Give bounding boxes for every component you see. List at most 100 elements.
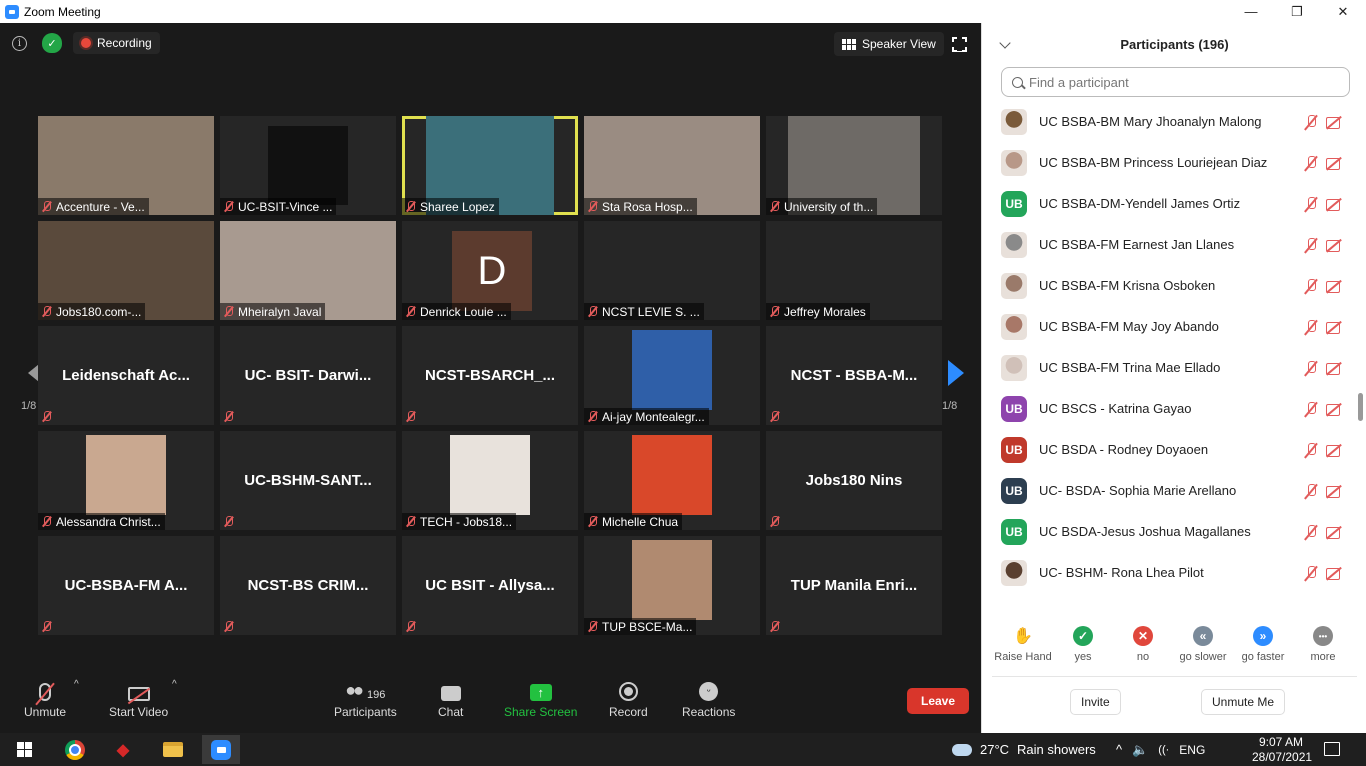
language-indicator[interactable]: ENG xyxy=(1179,743,1205,757)
speaker-view-button[interactable]: Speaker View xyxy=(834,32,944,56)
app-taskbar-button[interactable]: ◆ xyxy=(104,735,142,764)
participant-tile[interactable]: Sta Rosa Hosp... xyxy=(584,116,760,215)
participant-search-input[interactable] xyxy=(1029,74,1329,90)
minimize-button[interactable]: — xyxy=(1228,0,1274,23)
notifications-icon[interactable] xyxy=(1324,742,1340,756)
participant-tile[interactable]: Jobs180 Nins xyxy=(766,431,942,530)
muted-mic-icon[interactable] xyxy=(1304,442,1318,458)
participant-tile[interactable]: University of th... xyxy=(766,116,942,215)
security-shield-icon[interactable]: ✓ xyxy=(42,33,62,53)
participant-tile[interactable]: TECH - Jobs18... xyxy=(402,431,578,530)
fullscreen-icon[interactable] xyxy=(951,36,968,52)
participant-row[interactable]: UB UC BSDA-Jesus Joshua Magallanes xyxy=(982,511,1354,552)
participant-search[interactable] xyxy=(1001,67,1350,97)
recording-indicator[interactable]: Recording xyxy=(73,32,160,54)
start-video-button[interactable]: Start Video xyxy=(109,675,168,719)
participant-tile[interactable]: UC-BSHM-SANT... xyxy=(220,431,396,530)
weather-widget[interactable]: 27°C Rain showers xyxy=(952,733,1096,766)
participant-tile[interactable]: D Denrick Louie ... xyxy=(402,221,578,320)
video-off-icon[interactable] xyxy=(1326,156,1343,170)
participant-tile[interactable]: Ai-jay Montealegr... xyxy=(584,326,760,425)
video-off-icon[interactable] xyxy=(1326,566,1343,580)
participants-button[interactable]: ●● 196 Participants xyxy=(334,675,397,719)
participant-list-scrollbar[interactable] xyxy=(1357,101,1363,616)
participant-row[interactable]: UC BSBA-FM May Joy Abando xyxy=(982,306,1354,347)
participant-row[interactable]: UC BSBA-BM Mary Jhoanalyn Malong xyxy=(982,101,1354,142)
participant-tile[interactable]: NCST LEVIE S. ... xyxy=(584,221,760,320)
unmute-me-button[interactable]: Unmute Me xyxy=(1201,689,1286,715)
participant-tile[interactable]: Sharee Lopez xyxy=(402,116,578,215)
chat-button[interactable]: Chat xyxy=(438,675,463,719)
file-explorer-taskbar-button[interactable] xyxy=(154,735,192,764)
zoom-taskbar-button[interactable] xyxy=(202,735,240,764)
video-off-icon[interactable] xyxy=(1326,238,1343,252)
participant-row[interactable]: UC BSBA-FM Earnest Jan Llanes xyxy=(982,224,1354,265)
participant-tile[interactable]: Leidenschaft Ac... xyxy=(38,326,214,425)
video-off-icon[interactable] xyxy=(1326,320,1343,334)
participant-tile[interactable]: TUP Manila Enri... xyxy=(766,536,942,635)
close-button[interactable]: ✕ xyxy=(1320,0,1366,23)
record-button[interactable]: Record xyxy=(609,675,648,719)
video-off-icon[interactable] xyxy=(1326,525,1343,539)
participant-row[interactable]: UC BSBA-FM Trina Mae Ellado xyxy=(982,347,1354,388)
muted-mic-icon[interactable] xyxy=(1304,319,1318,335)
muted-mic-icon[interactable] xyxy=(1304,565,1318,581)
participant-tile[interactable]: Alessandra Christ... xyxy=(38,431,214,530)
participant-tile[interactable]: UC-BSBA-FM A... xyxy=(38,536,214,635)
video-off-icon[interactable] xyxy=(1326,443,1343,457)
participant-tile[interactable]: NCST - BSBA-M... xyxy=(766,326,942,425)
go-slower-button[interactable]: « go slower xyxy=(1173,626,1233,663)
video-off-icon[interactable] xyxy=(1326,115,1343,129)
participant-tile[interactable]: UC- BSIT- Darwi... xyxy=(220,326,396,425)
leave-button[interactable]: Leave xyxy=(907,688,969,714)
muted-mic-icon[interactable] xyxy=(1304,524,1318,540)
taskbar-clock[interactable]: 9:07 AM 28/07/2021 xyxy=(1252,735,1312,765)
participant-row[interactable]: UC BSBA-BM Princess Louriejean Diaz xyxy=(982,142,1354,183)
volume-icon[interactable]: 🔈 xyxy=(1132,742,1148,758)
participant-tile[interactable]: TUP BSCE-Ma... xyxy=(584,536,760,635)
video-off-icon[interactable] xyxy=(1326,484,1343,498)
participant-tile[interactable]: Accenture - Ve... xyxy=(38,116,214,215)
video-options-chevron-icon[interactable]: ^ xyxy=(172,679,177,690)
muted-mic-icon[interactable] xyxy=(1304,401,1318,417)
participant-row[interactable]: UC BSBA-FM Krisna Osboken xyxy=(982,265,1354,306)
reactions-button[interactable]: ᵕ Reactions xyxy=(682,675,735,719)
video-off-icon[interactable] xyxy=(1326,402,1343,416)
wifi-icon[interactable]: ((· xyxy=(1158,744,1169,756)
participant-row[interactable]: UC- BSHM- Rona Lhea Pilot xyxy=(982,552,1354,593)
no-button[interactable]: ✕ no xyxy=(1113,626,1173,663)
participant-row[interactable]: UB UC- BSDA- Sophia Marie Arellano xyxy=(982,470,1354,511)
unmute-button[interactable]: Unmute xyxy=(24,675,66,719)
maximize-button[interactable]: ❐ xyxy=(1274,0,1320,23)
muted-mic-icon[interactable] xyxy=(1304,196,1318,212)
invite-button[interactable]: Invite xyxy=(1070,689,1121,715)
participant-row[interactable]: UB UC BSBA-DM-Yendell James Ortiz xyxy=(982,183,1354,224)
participant-tile[interactable]: Jeffrey Morales xyxy=(766,221,942,320)
start-button[interactable] xyxy=(5,735,43,764)
muted-mic-icon[interactable] xyxy=(1304,237,1318,253)
tray-chevron-icon[interactable]: ^ xyxy=(1116,742,1122,757)
yes-button[interactable]: ✓ yes xyxy=(1053,626,1113,663)
share-screen-button[interactable]: ↑ Share Screen xyxy=(504,675,577,719)
muted-mic-icon[interactable] xyxy=(1304,155,1318,171)
muted-mic-icon[interactable] xyxy=(1304,483,1318,499)
muted-mic-icon[interactable] xyxy=(1304,360,1318,376)
participant-row[interactable]: UB UC BSDA - Rodney Doyaoen xyxy=(982,429,1354,470)
participant-tile[interactable]: Mheiralyn Javal xyxy=(220,221,396,320)
participant-tile[interactable]: UC BSIT - Allysa... xyxy=(402,536,578,635)
video-off-icon[interactable] xyxy=(1326,279,1343,293)
participant-tile[interactable]: NCST-BS CRIM... xyxy=(220,536,396,635)
chrome-taskbar-button[interactable] xyxy=(56,735,94,764)
participant-tile[interactable]: NCST-BSARCH_... xyxy=(402,326,578,425)
info-icon[interactable]: i xyxy=(12,36,27,51)
audio-options-chevron-icon[interactable]: ^ xyxy=(74,679,79,690)
more-button[interactable]: ••• more xyxy=(1293,626,1353,663)
video-off-icon[interactable] xyxy=(1326,197,1343,211)
go-faster-button[interactable]: » go faster xyxy=(1233,626,1293,663)
collapse-chevron-icon[interactable] xyxy=(999,37,1011,49)
participant-row[interactable]: UB UC BSCS - Katrina Gayao xyxy=(982,388,1354,429)
participant-tile[interactable]: UC-BSIT-Vince ... xyxy=(220,116,396,215)
muted-mic-icon[interactable] xyxy=(1304,278,1318,294)
participant-tile[interactable]: Michelle Chua xyxy=(584,431,760,530)
scrollbar-thumb[interactable] xyxy=(1358,393,1363,421)
